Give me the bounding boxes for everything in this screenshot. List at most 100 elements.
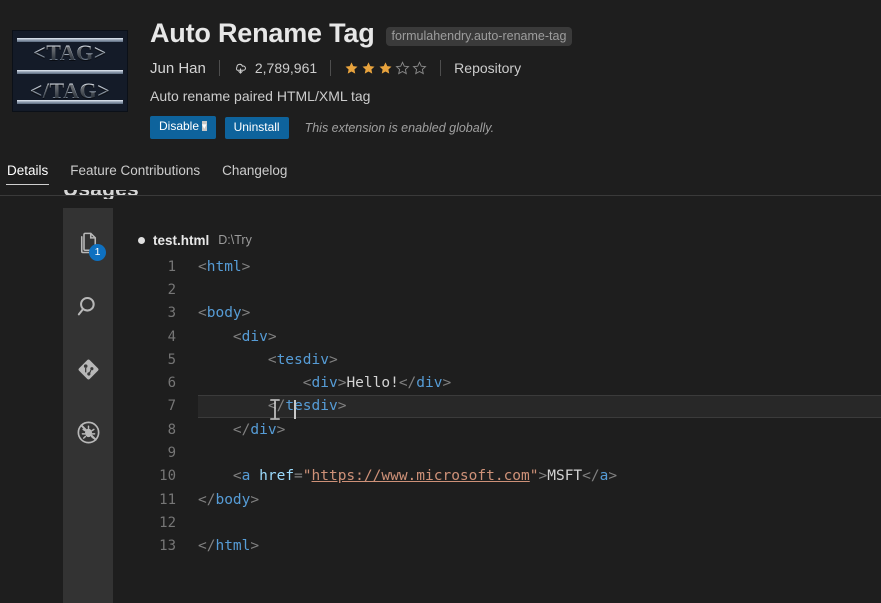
text-caret [294,400,297,420]
editor-code-area[interactable]: 1 <html> 2 3 <body> 4 <div> 5 <tesdiv> 6 <div>H… [113,255,881,603]
code-line[interactable]: 5 <tesdiv> [113,348,881,371]
line-number: 8 [167,421,176,438]
code-line[interactable]: 13 </html> [113,535,881,558]
code-line[interactable]: 1 <html> [113,255,881,278]
code-token: </ [198,538,216,555]
line-number: 5 [167,351,176,368]
extension-tabs: Details Feature Contributions Changelog [0,162,881,190]
activity-item-run-and-debug[interactable] [64,409,112,455]
code-line-text: </tesdiv> [181,398,347,421]
logo-bar-mid [17,70,123,74]
extension-readme-content: Usages 1 [0,190,881,603]
code-token: > [328,351,338,368]
code-line-text: <a href="https://www.microsoft.com">MSFT… [181,468,617,484]
code-token: MSFT [547,468,583,485]
code-line[interactable]: 7 </tesdiv> [113,394,881,421]
extension-publisher[interactable]: Jun Han [150,60,206,77]
code-token: </ [267,398,286,415]
code-token: > [337,398,347,415]
code-token: < [267,351,277,368]
code-line-text: </html> [181,538,259,554]
code-line[interactable]: 10 <a href="https://www.microsoft.com">M… [113,465,881,488]
logo-bar-bottom [17,100,123,104]
unsaved-indicator-icon [138,236,145,244]
extension-title-row: Auto Rename Tag formulahendry.auto-renam… [150,16,881,50]
disable-button-label: Disable [159,119,200,133]
extension-actions: Disable ▾ Uninstall This extension is ena… [150,116,881,139]
tab-feature-contributions[interactable]: Feature Contributions [69,162,201,184]
code-line[interactable]: 11 </body> [113,488,881,511]
line-number: 7 [167,398,176,415]
code-token: href [259,468,295,485]
extension-name: Auto Rename Tag [150,18,375,48]
extension-header: <TAG> </TAG> Auto Rename Tag formulahend… [0,0,881,162]
code-token: </ [582,468,600,485]
extension-install-count: 2,789,961 [233,60,317,76]
extension-meta: Auto Rename Tag formulahendry.auto-renam… [140,14,881,162]
code-token: < [302,375,312,392]
search-icon [75,293,102,320]
code-token: < [198,305,207,322]
star-icon-filled [361,61,376,76]
code-token: </ [398,375,417,392]
activity-item-search[interactable] [64,283,112,329]
code-token: > [241,305,251,322]
source-control-icon [75,356,102,383]
code-token: html [215,538,251,555]
extension-logo-icon: <TAG> </TAG> [12,30,128,112]
code-token: div [311,375,338,392]
editor-file-header[interactable]: test.html D:\Try [113,228,252,252]
code-line[interactable]: 4 <div> [113,325,881,348]
code-token: < [232,468,242,485]
code-token: https://www.microsoft.com [311,468,530,485]
line-number: 11 [159,491,176,508]
repository-link[interactable]: Repository [454,60,521,76]
code-token: < [232,328,242,345]
code-line[interactable]: 12 [113,511,881,534]
code-line-text: <body> [181,305,250,321]
code-line[interactable]: 2 [113,278,881,301]
code-line-text: <html> [181,259,250,275]
code-token: > [442,375,452,392]
disable-button[interactable]: Disable ▾ [150,116,216,139]
extension-rating[interactable] [344,60,427,76]
editor-file-name: test.html [153,232,210,248]
code-line[interactable]: 9 [113,441,881,464]
code-line[interactable]: 8 </div> [113,418,881,441]
code-line[interactable]: 3 <body> [113,302,881,325]
separator [218,60,220,76]
code-token: > [276,421,286,438]
star-icon-empty [395,60,410,76]
separator [330,60,332,76]
code-token: div [241,328,268,345]
code-token: > [250,491,260,508]
code-line-text: </div> [181,422,285,438]
line-number: 4 [167,328,176,345]
code-token: div [250,421,277,438]
star-icon-empty [412,60,427,76]
extension-subtitle-row: Jun Han 2,789,961 Repository [150,57,881,79]
logo-bar-top [17,38,123,42]
code-token: body [206,305,242,322]
code-token: > [608,468,618,485]
tab-changelog[interactable]: Changelog [221,162,288,184]
line-number: 9 [167,445,176,462]
activity-item-explorer[interactable]: 1 [64,220,112,266]
editor-pane: test.html D:\Try 1 <html> 2 3 <body> 4 <div> 5… [113,208,881,603]
run-and-debug-icon [75,419,102,446]
code-token: body [215,491,251,508]
uninstall-button[interactable]: Uninstall [224,116,289,139]
tab-details[interactable]: Details [6,162,50,185]
extension-identifier: formulahendry.auto-rename-tag [385,26,573,46]
line-number: 3 [167,305,176,322]
code-token: = [294,468,303,485]
code-token: html [206,258,242,275]
activity-item-source-control[interactable] [64,346,112,392]
chevron-down-icon: ▾ [202,121,207,131]
code-token: > [538,468,548,485]
editor-file-path: D:\Try [218,233,252,247]
extension-status-text: This extension is enabled globally. [304,120,495,135]
code-line[interactable]: 6 <div>Hello!</div> [113,371,881,394]
cloud-download-icon [233,61,248,76]
star-icon-filled [344,61,359,76]
